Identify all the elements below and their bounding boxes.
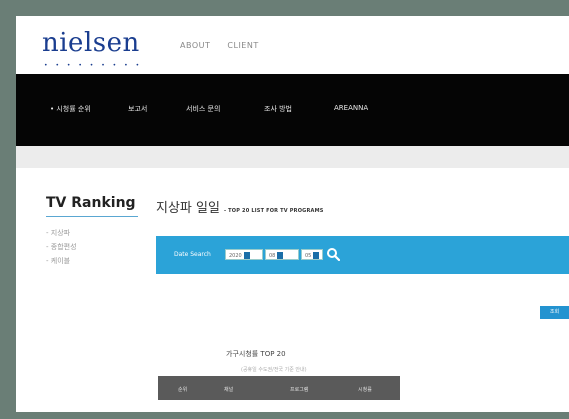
sidebar-item-terrestrial[interactable]: - 지상파 (46, 228, 77, 242)
date-search-bar: Date Search 2020 08 05 (156, 236, 569, 274)
main-nav-item-ranking[interactable]: • 시청률 순위 (50, 104, 91, 114)
day-select-value: 05 (305, 253, 312, 259)
year-select-arrow-icon (243, 252, 250, 259)
sidebar-list: - 지상파 - 종합편성 - 케이블 (46, 228, 77, 270)
screenshot-frame: nielsen • • • • • • • • • ABOUT CLIENT •… (0, 0, 569, 419)
day-select-arrow-icon (313, 252, 320, 259)
column-header-channel: 채널 (224, 387, 234, 393)
table-title: 가구시청률 TOP 20 (226, 350, 286, 358)
nielsen-logo[interactable]: nielsen (42, 28, 140, 58)
web-page: nielsen • • • • • • • • • ABOUT CLIENT •… (16, 16, 569, 412)
month-select-value: 08 (269, 253, 276, 259)
day-select[interactable]: 05 (301, 249, 323, 260)
date-search-label: Date Search (174, 251, 211, 258)
top-nav-about[interactable]: ABOUT (180, 41, 210, 50)
ranking-table-header: 순위 채널 프로그램 시청률 (158, 376, 400, 400)
site-header: nielsen • • • • • • • • • ABOUT CLIENT (16, 16, 569, 74)
month-select-arrow-icon (277, 252, 284, 259)
column-header-program: 프로그램 (290, 387, 309, 393)
search-icon[interactable] (326, 247, 340, 261)
sidebar-item-general[interactable]: - 종합편성 (46, 242, 77, 256)
top-nav-client[interactable]: CLIENT (227, 41, 258, 50)
table-note: (공휴일 수도권/전국 기준 안내) (241, 367, 307, 373)
year-select[interactable]: 2020 (225, 249, 263, 260)
gray-divider-bar (16, 146, 569, 168)
year-select-value: 2020 (229, 253, 242, 259)
main-nav: • 시청률 순위 보고서 서비스 문의 조사 방법 AREANNA (16, 74, 569, 146)
column-header-rank: 순위 (178, 387, 188, 393)
logo-dots: • • • • • • • • • (44, 62, 143, 69)
page-subtitle: - TOP 20 LIST FOR TV PROGRAMS (223, 208, 324, 214)
page-title-main: 지상파 일일 (156, 201, 220, 216)
page-title: 지상파 일일 - TOP 20 LIST FOR TV PROGRAMS (156, 197, 324, 216)
main-nav-item-service[interactable]: 서비스 문의 (186, 104, 220, 114)
main-nav-item-report[interactable]: 보고서 (128, 104, 147, 114)
sidebar-underline (46, 216, 138, 217)
lookup-button[interactable]: 조회 (540, 306, 569, 319)
top-nav: ABOUT CLIENT (180, 41, 273, 50)
main-nav-item-method[interactable]: 조사 방법 (264, 104, 292, 114)
sidebar-item-cable[interactable]: - 케이블 (46, 256, 77, 270)
column-header-rating: 시청률 (358, 387, 372, 393)
month-select[interactable]: 08 (265, 249, 299, 260)
main-nav-item-areanna[interactable]: AREANNA (334, 104, 368, 112)
sidebar-title: TV Ranking (46, 195, 136, 211)
